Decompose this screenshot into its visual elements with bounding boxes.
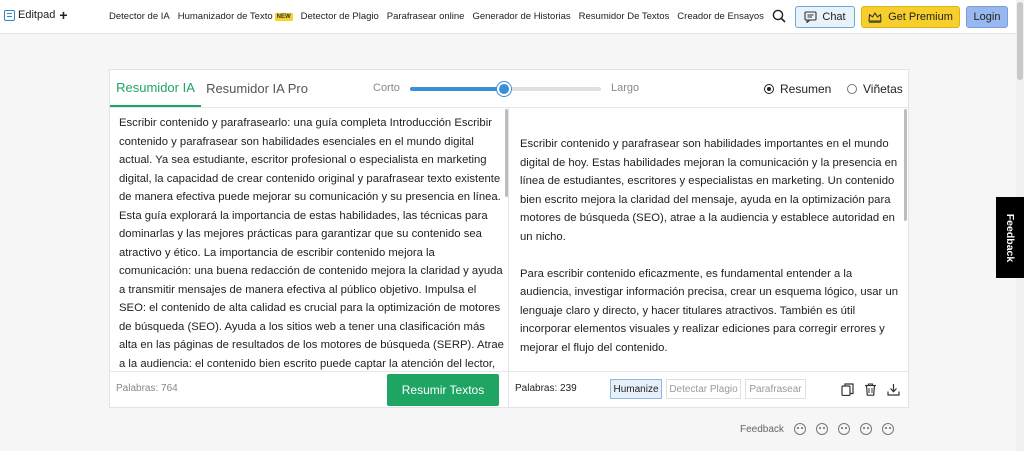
- main-nav: Detector de IA Humanizador de Texto NEW D…: [109, 11, 772, 22]
- copy-icon[interactable]: [841, 383, 854, 396]
- footer-divider: [110, 371, 908, 372]
- top-navbar: Editpad + Detector de IA Humanizador de …: [0, 0, 1024, 34]
- page-scrollbar-thumb[interactable]: [1017, 2, 1023, 80]
- header-divider: [110, 107, 908, 108]
- summary-paragraph: Escribir contenido y parafrasear son hab…: [520, 138, 898, 243]
- length-max-label: Largo: [611, 82, 640, 94]
- input-textarea[interactable]: Escribir contenido y parafrasearlo: una …: [119, 114, 504, 371]
- feedback-rating: Feedback: [740, 423, 894, 435]
- summarize-button[interactable]: Resumir Textos: [387, 374, 499, 406]
- mode-resumen-radio[interactable]: Resumen: [764, 82, 831, 96]
- summary-output[interactable]: Escribir contenido y parafrasear son hab…: [520, 135, 905, 371]
- pane-divider: [508, 107, 509, 408]
- output-word-count: Palabras: 239: [515, 383, 577, 394]
- mode-vinetas-label: Viñetas: [863, 82, 903, 96]
- happy-face-icon[interactable]: [859, 423, 872, 435]
- slider-fill: [410, 87, 504, 91]
- chat-button[interactable]: Chat: [795, 6, 855, 28]
- input-word-count: Palabras: 764: [116, 383, 178, 394]
- nav-detector-plagio[interactable]: Detector de Plagio: [301, 11, 379, 22]
- feedback-side-label: Feedback: [1004, 213, 1017, 262]
- neutral-face-icon[interactable]: [837, 423, 850, 435]
- nav-creador-ensayos[interactable]: Creador de Ensayos: [677, 11, 764, 22]
- mode-vinetas-radio[interactable]: Viñetas: [847, 82, 903, 96]
- nav-detector-ia[interactable]: Detector de IA: [109, 11, 170, 22]
- detect-plagiarism-button[interactable]: Detectar Plagio: [666, 379, 741, 399]
- radio-unselected-icon: [847, 84, 857, 94]
- trash-icon[interactable]: [864, 383, 877, 396]
- summary-length-slider[interactable]: [410, 82, 601, 96]
- output-scrollbar[interactable]: [904, 109, 907, 221]
- premium-label: Get Premium: [888, 11, 953, 23]
- chat-icon: [804, 11, 817, 23]
- login-button[interactable]: Login: [966, 6, 1008, 28]
- chat-label: Chat: [822, 11, 846, 23]
- summary-paragraph: Para escribir contenido eficazmente, es …: [520, 267, 899, 354]
- nav-parafrasear[interactable]: Parafrasear online: [387, 11, 465, 22]
- mode-resumen-label: Resumen: [780, 82, 832, 96]
- slider-handle[interactable]: [496, 82, 511, 96]
- nav-humanizador-label: Humanizador de Texto: [177, 11, 273, 22]
- radio-selected-icon: [764, 84, 774, 94]
- logo-plus: +: [59, 6, 68, 23]
- nav-resumidor[interactable]: Resumidor De Textos: [579, 11, 670, 22]
- get-premium-button[interactable]: Get Premium: [861, 6, 960, 28]
- editpad-logo-icon: [4, 9, 15, 21]
- length-min-label: Corto: [373, 82, 400, 94]
- tab-resumidor-ia[interactable]: Resumidor IA: [110, 70, 201, 107]
- paraphrase-button[interactable]: Parafrasear: [745, 379, 806, 399]
- editpad-logo[interactable]: Editpad +: [4, 6, 68, 23]
- sad-face-icon[interactable]: [815, 423, 828, 435]
- humanize-button[interactable]: Humanize: [610, 379, 662, 399]
- crown-icon: [868, 11, 882, 23]
- feedback-label: Feedback: [740, 423, 784, 435]
- summarizer-card: Resumidor IA Resumidor IA Pro Corto Larg…: [109, 69, 909, 408]
- new-badge: NEW: [274, 13, 293, 21]
- very-happy-face-icon[interactable]: [881, 423, 894, 435]
- input-scrollbar[interactable]: [505, 109, 508, 197]
- nav-humanizador[interactable]: Humanizador de Texto NEW: [178, 11, 293, 22]
- feedback-side-tab[interactable]: Feedback: [996, 197, 1024, 278]
- logo-text: Editpad: [18, 9, 56, 21]
- very-sad-face-icon[interactable]: [793, 423, 806, 435]
- search-icon[interactable]: [772, 9, 786, 23]
- nav-generador-historias[interactable]: Generador de Historias: [472, 11, 570, 22]
- download-icon[interactable]: [887, 383, 900, 396]
- tab-resumidor-ia-pro[interactable]: Resumidor IA Pro: [201, 70, 313, 107]
